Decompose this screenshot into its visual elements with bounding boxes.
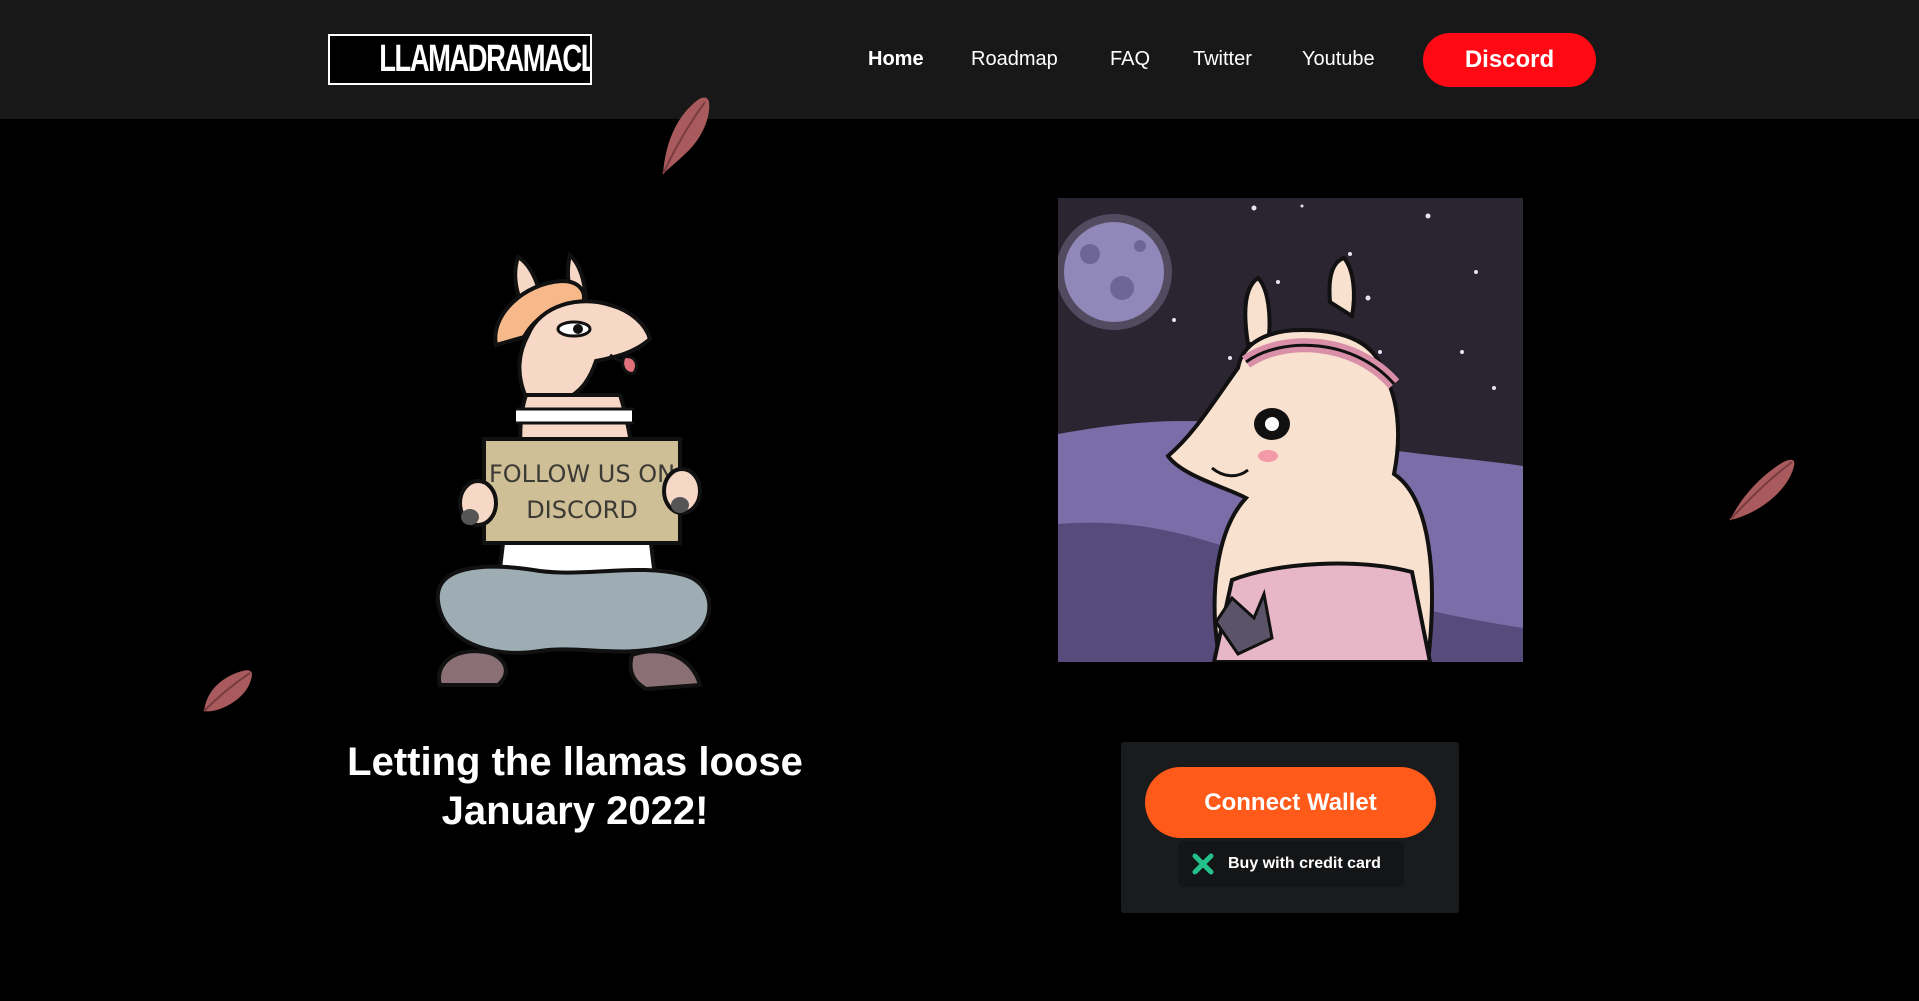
llama-sign-illustration: FOLLOW US ON DISCORD [435,251,712,692]
sign-text-line1: FOLLOW US ON [489,460,675,488]
buy-with-credit-card-button[interactable]: Buy with credit card [1178,841,1404,887]
nav-home-link[interactable]: Home [868,48,924,71]
site-logo[interactable]: LLAMADRAMACLUB [328,34,592,85]
mint-widget: Connect Wallet Buy with credit card [1121,742,1459,913]
leaf-decoration [203,670,252,712]
top-navigation-bar: LLAMADRAMACLUB Home Roadmap FAQ Twitter … [0,0,1919,119]
nav-twitter-link[interactable]: Twitter [1193,48,1252,71]
leaf-decoration [662,97,710,175]
launch-headline: Letting the llamas loose January 2022! [347,740,803,833]
nav-youtube-link[interactable]: Youtube [1302,48,1375,71]
logo-text: LLAMADRAMACLUB [379,38,590,80]
crossmint-icon [1192,853,1214,875]
sign-text-line2: DISCORD [526,496,638,524]
connect-wallet-button[interactable]: Connect Wallet [1145,767,1436,838]
night-llama-artwork [1058,198,1523,662]
nav-faq-link[interactable]: FAQ [1110,48,1150,71]
nft-preview-image [1058,198,1523,662]
leaf-decoration [1729,459,1795,521]
discord-button[interactable]: Discord [1423,33,1596,87]
nav-roadmap-link[interactable]: Roadmap [971,48,1058,71]
credit-card-label: Buy with credit card [1228,855,1381,872]
